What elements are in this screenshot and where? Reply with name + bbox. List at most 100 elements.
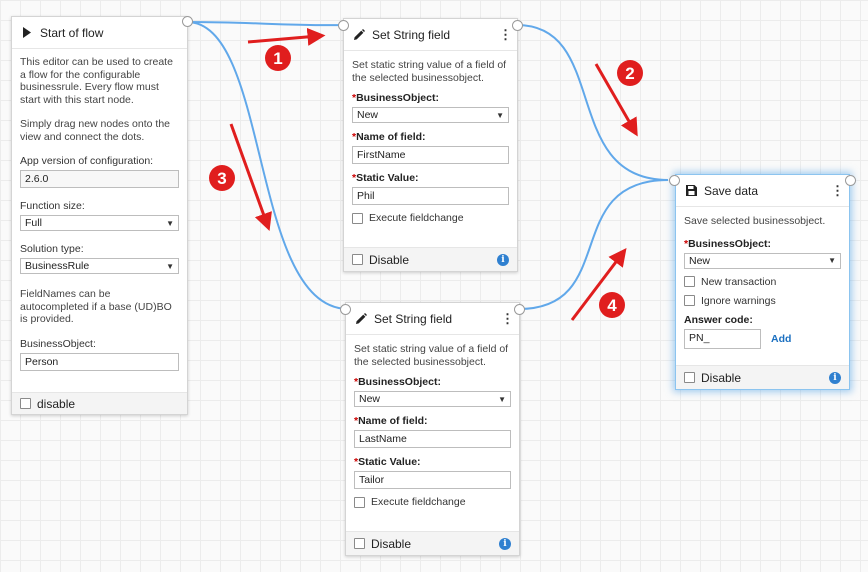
businessobject-label: *BusinessObject: (684, 237, 771, 250)
execute-fieldchange-checkbox[interactable] (354, 496, 365, 508)
save-data-footer: Disable i (676, 365, 849, 389)
execute-fieldchange-row[interactable]: Execute fieldchange (352, 212, 509, 224)
add-answer-code-button[interactable]: Add (771, 333, 791, 345)
fieldnames-note: FieldNames can be autocompleted if a bas… (20, 288, 172, 325)
input-port[interactable] (338, 20, 349, 31)
disable-checkbox[interactable] (352, 254, 363, 265)
input-port[interactable] (669, 175, 680, 186)
businessobject-field[interactable]: Person (20, 352, 179, 371)
start-node-title: Start of flow (40, 25, 104, 40)
chevron-down-icon: ▼ (828, 256, 836, 265)
start-node-description: This editor can be used to create a flow… (20, 56, 173, 106)
ignore-warnings-checkbox[interactable] (684, 295, 695, 306)
output-port[interactable] (512, 20, 523, 31)
new-transaction-checkbox[interactable] (684, 276, 695, 287)
function-size-value: Full (25, 217, 42, 229)
function-size-select[interactable]: Full ▼ (20, 215, 179, 231)
ignore-warnings-label: Ignore warnings (701, 294, 776, 307)
businessobject-select[interactable]: New ▼ (352, 107, 509, 123)
disable-checkbox[interactable] (354, 538, 365, 549)
businessobject-select[interactable]: New ▼ (684, 252, 841, 269)
name-of-field-input[interactable]: LastName (354, 430, 511, 448)
annotation-marker-4: 4 (599, 292, 625, 318)
static-value-label: *Static Value: (352, 172, 419, 184)
chevron-down-icon: ▼ (166, 218, 174, 228)
name-of-field-input[interactable]: FirstName (352, 146, 509, 164)
function-size-label: Function size: (20, 200, 85, 212)
execute-fieldchange-checkbox[interactable] (352, 212, 363, 224)
wire-set-string-1-to-save-data (516, 24, 669, 181)
name-of-field-label: *Name of field: (352, 131, 426, 143)
disable-label: Disable (369, 252, 410, 267)
pencil-icon (354, 312, 368, 326)
chevron-down-icon: ▼ (166, 261, 174, 271)
output-port[interactable] (182, 16, 193, 27)
start-node-footer: disable (12, 392, 187, 414)
play-icon (20, 26, 34, 40)
chevron-down-icon: ▼ (498, 394, 506, 404)
businessobject-value: New (357, 109, 379, 121)
annotation-marker-2: 2 (617, 60, 643, 86)
pencil-icon (352, 28, 366, 42)
solution-type-select[interactable]: BusinessRule ▼ (20, 258, 179, 274)
set-string-2-header[interactable]: Set String field ⋮ (346, 303, 519, 335)
execute-fieldchange-label: Execute fieldchange (369, 212, 464, 224)
annotation-arrow-2 (594, 63, 638, 137)
app-version-label: App version of configuration: (20, 155, 154, 167)
static-value-input[interactable]: Phil (352, 187, 509, 205)
app-version-field[interactable]: 2.6.0 (20, 170, 179, 188)
output-port[interactable] (845, 175, 856, 186)
answer-code-label: Answer code: (684, 313, 753, 326)
annotation-arrow-4 (570, 248, 627, 321)
disable-checkbox[interactable] (684, 372, 695, 383)
annotation-label-3: 3 (217, 169, 226, 188)
businessobject-select[interactable]: New ▼ (354, 391, 511, 407)
wire-set-string-2-to-save-data (518, 179, 669, 310)
save-data-description: Save selected businessobject. (684, 215, 826, 227)
disable-label: disable (37, 396, 76, 411)
start-node-header[interactable]: Start of flow (12, 17, 187, 49)
set-string-2-title: Set String field (374, 311, 453, 326)
annotation-marker-3: 3 (209, 165, 235, 191)
more-options-icon[interactable]: ⋮ (499, 28, 512, 41)
input-port[interactable] (340, 304, 351, 315)
new-transaction-label: New transaction (701, 275, 777, 288)
annotation-label-4: 4 (607, 296, 617, 315)
set-string-1-footer: Disable i (344, 247, 517, 271)
more-options-icon[interactable]: ⋮ (501, 312, 514, 325)
info-icon[interactable]: i (497, 253, 509, 266)
disable-label: Disable (371, 536, 412, 551)
output-port[interactable] (514, 304, 525, 315)
businessobject-value: New (689, 254, 711, 267)
set-string-1-description: Set static string value of a field of th… (352, 59, 507, 84)
set-string-field-node-2[interactable]: Set String field ⋮ Set static string val… (340, 302, 525, 556)
save-data-header[interactable]: Save data ⋮ (676, 175, 849, 207)
save-data-title: Save data (704, 183, 759, 198)
set-string-field-node-1[interactable]: Set String field ⋮ Set static string val… (338, 18, 523, 272)
info-icon[interactable]: i (829, 371, 841, 384)
solution-type-label: Solution type: (20, 243, 84, 255)
businessobject-label: *BusinessObject: (352, 92, 439, 104)
execute-fieldchange-label: Execute fieldchange (371, 496, 466, 508)
chevron-down-icon: ▼ (496, 110, 504, 120)
more-options-icon[interactable]: ⋮ (831, 184, 844, 197)
set-string-1-header[interactable]: Set String field ⋮ (344, 19, 517, 51)
static-value-label: *Static Value: (354, 456, 421, 468)
start-of-flow-node[interactable]: Start of flow This editor can be used to… (11, 16, 193, 415)
wire-start-to-set-string-2 (186, 21, 348, 310)
static-value-input[interactable]: Tailor (354, 471, 511, 489)
new-transaction-row[interactable]: New transaction (684, 276, 841, 288)
disable-label: Disable (701, 370, 742, 385)
save-data-node[interactable]: Save data ⋮ Save selected businessobject… (669, 174, 856, 390)
ignore-warnings-row[interactable]: Ignore warnings (684, 295, 841, 307)
answer-code-input[interactable]: PN_ (684, 328, 761, 349)
start-node-description-2: Simply drag new nodes onto the view and … (20, 118, 171, 143)
wire-start-to-set-string-1 (186, 21, 348, 27)
floppy-disk-icon (684, 184, 698, 198)
businessobject-label: BusinessObject: (20, 337, 96, 350)
execute-fieldchange-row[interactable]: Execute fieldchange (354, 496, 511, 508)
info-icon[interactable]: i (499, 537, 511, 550)
name-of-field-label: *Name of field: (354, 415, 428, 427)
disable-checkbox[interactable] (20, 398, 31, 409)
businessobject-value: New (359, 393, 381, 405)
